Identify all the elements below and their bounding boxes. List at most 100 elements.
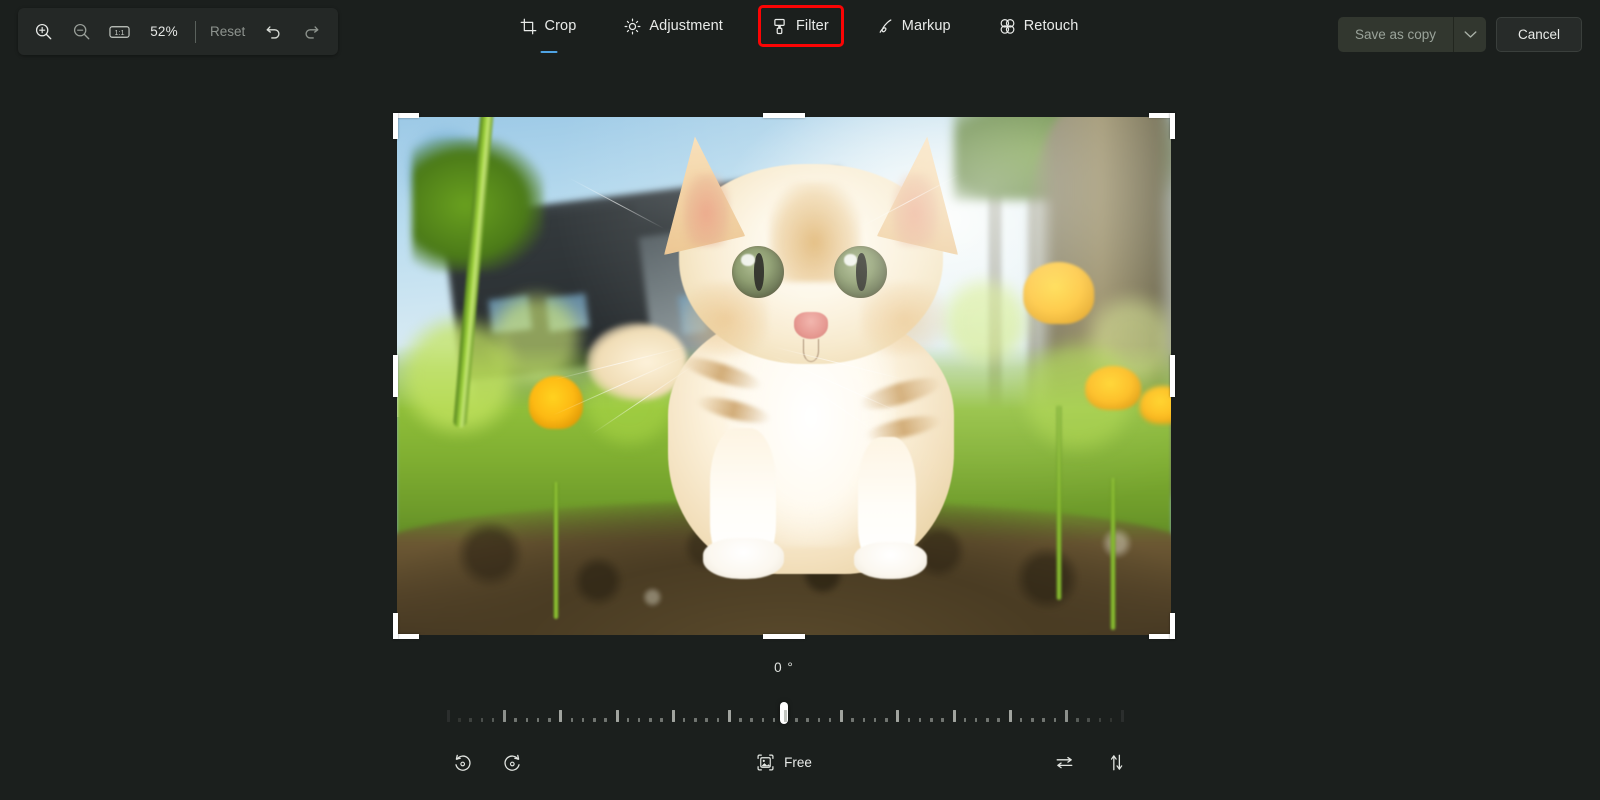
tab-crop[interactable]: Crop xyxy=(510,8,589,53)
rotation-value-label: 0 ° xyxy=(774,660,794,675)
flip-vertical-icon xyxy=(1110,754,1122,770)
rotation-minor-tick xyxy=(750,718,753,722)
tab-markup[interactable]: Markup xyxy=(867,8,963,44)
rotation-major-tick xyxy=(447,710,450,722)
aspect-ratio-button[interactable]: Free xyxy=(744,747,824,778)
rotation-minor-tick xyxy=(930,718,933,722)
rotation-minor-tick xyxy=(525,718,529,722)
zoom-in-button[interactable] xyxy=(24,15,62,49)
tab-retouch-label: Retouch xyxy=(1023,18,1079,34)
cancel-button[interactable]: Cancel xyxy=(1496,17,1582,52)
rotation-minor-tick xyxy=(873,718,877,722)
kitten-eye-right xyxy=(834,245,887,299)
rotation-major-tick xyxy=(727,710,731,722)
tab-crop-label: Crop xyxy=(544,18,577,34)
rotation-minor-tick xyxy=(604,718,607,722)
rotation-control: 0 ° xyxy=(397,660,1171,730)
zoom-out-button[interactable] xyxy=(62,15,100,49)
rotation-minor-tick xyxy=(491,718,495,722)
tab-crop-active-indicator xyxy=(540,50,558,53)
rotation-major-tick xyxy=(503,710,507,722)
kitten-paw-left xyxy=(702,537,784,579)
actual-size-button[interactable]: 1:1 xyxy=(100,15,138,49)
pen-icon xyxy=(879,18,892,33)
brightness-icon xyxy=(624,18,641,34)
rotation-minor-tick xyxy=(469,718,472,722)
kitten-pupil xyxy=(753,253,765,291)
rotation-minor-tick xyxy=(716,718,720,722)
tab-filter[interactable]: Filter xyxy=(757,5,844,47)
redo-button[interactable] xyxy=(292,15,330,49)
save-as-copy-button[interactable]: Save as copy xyxy=(1338,17,1453,52)
flip-vertical-button[interactable] xyxy=(1099,746,1133,778)
rotation-minor-tick xyxy=(637,718,641,722)
tab-retouch[interactable]: Retouch xyxy=(989,8,1091,44)
rotation-minor-tick xyxy=(682,718,686,722)
rotation-minor-tick xyxy=(1098,718,1102,722)
filter-icon xyxy=(774,18,785,34)
rotation-major-tick xyxy=(952,710,956,722)
kitten-mouth xyxy=(803,339,819,363)
rotation-minor-tick xyxy=(918,718,922,722)
rotation-minor-tick xyxy=(1019,718,1023,722)
tab-adjustment[interactable]: Adjustment xyxy=(614,8,735,44)
rotation-minor-tick xyxy=(581,718,585,722)
dandelion-stalk xyxy=(553,481,559,620)
image-canvas[interactable] xyxy=(393,113,1175,639)
rotation-minor-tick xyxy=(1042,718,1045,722)
rotation-minor-tick xyxy=(694,718,697,722)
tab-filter-label: Filter xyxy=(795,18,829,34)
rotation-major-tick xyxy=(671,710,675,722)
zoom-in-icon xyxy=(35,23,51,40)
rotation-minor-tick xyxy=(862,718,866,722)
toolbar-divider xyxy=(195,20,196,43)
rotation-minor-tick xyxy=(941,718,944,722)
tab-markup-label: Markup xyxy=(901,18,951,34)
rotation-slider-track[interactable] xyxy=(447,698,1124,724)
zoom-toolbar: 1:1 52% Reset xyxy=(18,8,338,55)
flip-horizontal-button[interactable] xyxy=(1047,746,1081,778)
rotation-major-tick xyxy=(1064,710,1068,722)
rotate-right-button[interactable] xyxy=(495,746,529,778)
zoom-level-value: 52% xyxy=(150,24,178,39)
rotation-minor-tick xyxy=(626,718,630,722)
save-as-copy-group: Save as copy xyxy=(1337,17,1486,52)
rotation-minor-tick xyxy=(974,718,978,722)
kitten-paw-right xyxy=(853,542,928,579)
rotate-left-button[interactable] xyxy=(445,746,479,778)
rotation-minor-tick xyxy=(1053,718,1057,722)
rotation-major-tick xyxy=(1008,710,1012,722)
rotation-minor-tick xyxy=(593,718,596,722)
kitten-pupil xyxy=(856,253,867,291)
chevron-down-icon xyxy=(1464,31,1476,38)
rotation-minor-tick xyxy=(458,718,461,722)
flip-horizontal-icon xyxy=(1056,756,1072,768)
undo-button[interactable] xyxy=(254,15,292,49)
rotation-major-tick xyxy=(559,710,563,722)
rotation-minor-tick xyxy=(1031,718,1034,722)
rotation-minor-tick xyxy=(885,718,888,722)
save-options-dropdown-button[interactable] xyxy=(1454,17,1486,52)
retouch-icon xyxy=(1000,18,1015,34)
kitten xyxy=(551,127,1005,583)
crop-bottom-toolbar: Free xyxy=(397,740,1171,784)
dandelion-stalk xyxy=(1056,404,1062,601)
rotation-minor-tick xyxy=(761,718,765,722)
rotation-minor-tick xyxy=(772,718,776,722)
photo-editor-window: 1:1 52% Reset Crop Adjustment Filter Mar… xyxy=(0,0,1600,800)
rotation-major-tick xyxy=(896,710,900,722)
top-right-actions: Save as copy Cancel xyxy=(1337,17,1582,52)
rotation-minor-tick xyxy=(817,718,821,722)
actual-size-icon: 1:1 xyxy=(108,25,130,38)
dandelion-head xyxy=(1023,262,1095,324)
rotation-minor-tick xyxy=(907,718,911,722)
rotate-left-icon xyxy=(454,754,471,771)
dandelion-right-far xyxy=(1132,386,1171,521)
kitten-eye-glint xyxy=(843,254,858,266)
aspect-ratio-icon xyxy=(757,753,774,771)
undo-icon xyxy=(266,26,280,39)
crop-icon xyxy=(520,18,536,34)
reset-button[interactable]: Reset xyxy=(201,18,254,45)
rotation-minor-tick xyxy=(963,718,967,722)
kitten-inner-ear-left xyxy=(683,172,730,246)
